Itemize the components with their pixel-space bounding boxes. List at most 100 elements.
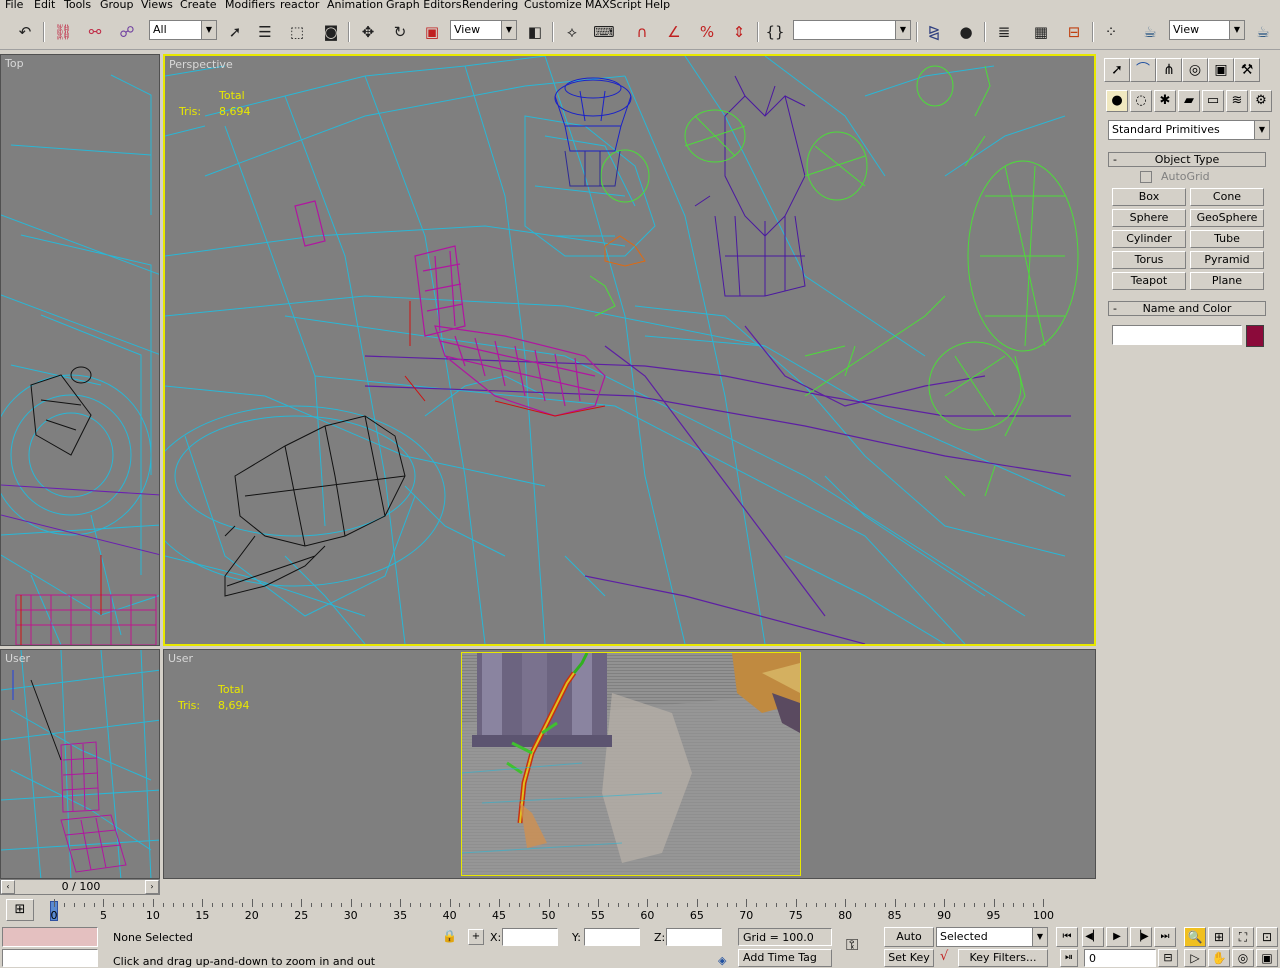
pivot-center-icon[interactable]: ◧ bbox=[524, 20, 546, 44]
cylinder-button[interactable]: Cylinder bbox=[1112, 230, 1186, 248]
torus-button[interactable]: Torus bbox=[1112, 251, 1186, 269]
viewport-label[interactable]: Perspective bbox=[169, 58, 233, 71]
spinner-snap-icon[interactable]: ⇕ bbox=[728, 20, 750, 44]
move-icon[interactable]: ✥ bbox=[357, 20, 379, 44]
select-by-name-icon[interactable]: ☰ bbox=[254, 20, 276, 44]
hierarchy-tab-icon[interactable]: ⋔ bbox=[1156, 58, 1182, 82]
set-key-button[interactable]: Set Key bbox=[884, 949, 934, 967]
mirror-icon[interactable]: ⧎ bbox=[923, 20, 945, 44]
menu-group[interactable]: Group bbox=[100, 0, 134, 11]
viewport-top[interactable]: Top bbox=[0, 54, 160, 646]
menu-views[interactable]: Views bbox=[141, 0, 173, 11]
object-name-field[interactable] bbox=[1112, 325, 1242, 345]
plane-button[interactable]: Plane bbox=[1190, 272, 1264, 290]
zoom-icon[interactable]: 🔍 bbox=[1184, 927, 1206, 947]
viewport-perspective[interactable]: Perspective Total Tris: 8,694 bbox=[163, 54, 1096, 646]
lights-icon[interactable]: ✱ bbox=[1154, 90, 1176, 112]
shapes-icon[interactable]: ◌ bbox=[1130, 90, 1152, 112]
menu-help[interactable]: Help bbox=[645, 0, 670, 11]
field-of-view-icon[interactable]: ▷ bbox=[1184, 949, 1206, 967]
geometry-icon[interactable]: ● bbox=[1106, 90, 1128, 112]
sphere-button[interactable]: Sphere bbox=[1112, 209, 1186, 227]
x-coordinate-field[interactable] bbox=[502, 928, 558, 946]
material-editor-icon[interactable]: ⁘ bbox=[1100, 20, 1122, 44]
go-to-start-icon[interactable]: ⏮ bbox=[1056, 927, 1078, 947]
layer-manager-icon[interactable]: ≣ bbox=[993, 20, 1015, 44]
spacewarps-icon[interactable]: ≋ bbox=[1226, 90, 1248, 112]
cameras-icon[interactable]: ▰ bbox=[1178, 90, 1200, 112]
play-icon[interactable]: ▶ bbox=[1106, 927, 1128, 947]
schematic-view-icon[interactable]: ⊟ bbox=[1063, 20, 1085, 44]
menu-animation[interactable]: Animation bbox=[327, 0, 383, 11]
maximize-viewport-icon[interactable]: ▣ bbox=[1256, 949, 1278, 967]
window-crossing-icon[interactable]: ◙ bbox=[320, 20, 342, 44]
helpers-icon[interactable]: ▭ bbox=[1202, 90, 1224, 112]
timeline[interactable]: ⊞ 0 5 10 15 20 25 30 35 40 45 50 55 60 65 70 75 80 85 90 95… bbox=[0, 897, 1100, 925]
slider-prev-button[interactable]: ‹ bbox=[1, 880, 15, 894]
object-type-rollout-header[interactable]: - Object Type bbox=[1108, 152, 1266, 167]
object-color-swatch[interactable] bbox=[1246, 325, 1264, 347]
teapot-button[interactable]: Teapot bbox=[1112, 272, 1186, 290]
menu-maxscript[interactable]: MAXScript bbox=[585, 0, 641, 11]
lock-icon[interactable]: 🔒 bbox=[442, 929, 457, 943]
undo-icon[interactable]: ↶ bbox=[14, 20, 36, 44]
frame-slider[interactable]: ‹ 0 / 100 › bbox=[0, 879, 160, 895]
key-mode-toggle-icon[interactable]: ⏯ bbox=[1060, 949, 1078, 967]
next-frame-icon[interactable]: ▕▶ bbox=[1130, 927, 1152, 947]
bind-spacewarp-icon[interactable]: ☍ bbox=[116, 20, 138, 44]
go-to-end-icon[interactable]: ⏭ bbox=[1154, 927, 1176, 947]
quick-render-icon[interactable]: ☕ bbox=[1252, 20, 1274, 44]
category-dropdown[interactable]: Standard Primitives ▼ bbox=[1108, 120, 1270, 140]
menu-rendering[interactable]: Rendering bbox=[462, 0, 518, 11]
menu-modifiers[interactable]: Modifiers bbox=[225, 0, 275, 11]
motion-tab-icon[interactable]: ◎ bbox=[1182, 58, 1208, 82]
maxscript-output-field[interactable] bbox=[2, 949, 98, 967]
rect-region-icon[interactable]: ⬚ bbox=[286, 20, 308, 44]
viewport-label[interactable]: User bbox=[5, 652, 30, 665]
percent-snap-icon[interactable]: % bbox=[696, 20, 718, 44]
autogrid-checkbox[interactable] bbox=[1140, 171, 1152, 183]
named-selection-dropdown[interactable]: ▼ bbox=[793, 20, 911, 40]
selection-filter-dropdown[interactable]: All ▼ bbox=[149, 20, 217, 40]
systems-icon[interactable]: ⚙ bbox=[1250, 90, 1272, 112]
render-type-dropdown[interactable]: View ▼ bbox=[1169, 20, 1245, 40]
previous-frame-icon[interactable]: ◀▏ bbox=[1082, 927, 1104, 947]
add-time-tag-button[interactable]: Add Time Tag bbox=[738, 949, 832, 967]
render-scene-icon[interactable]: ☕ bbox=[1139, 20, 1161, 44]
menu-graph-editors[interactable]: Graph Editors bbox=[386, 0, 462, 11]
modify-tab-icon[interactable]: ⌒ bbox=[1130, 58, 1156, 82]
key-mode-dropdown[interactable]: Selected ▼ bbox=[936, 927, 1048, 947]
create-tab-icon[interactable]: ➚ bbox=[1104, 58, 1130, 82]
utilities-tab-icon[interactable]: ⚒ bbox=[1234, 58, 1260, 82]
viewport-label[interactable]: Top bbox=[5, 57, 24, 70]
viewport-label[interactable]: User bbox=[168, 652, 193, 665]
box-button[interactable]: Box bbox=[1112, 188, 1186, 206]
select-link-icon[interactable]: ⛓ bbox=[52, 20, 74, 44]
time-configuration-icon[interactable]: ⊟ bbox=[1158, 949, 1178, 967]
pan-icon[interactable]: ✋ bbox=[1208, 949, 1230, 967]
keyboard-shortcut-icon[interactable]: ⌨ bbox=[593, 20, 615, 44]
align-icon[interactable]: ● bbox=[955, 20, 977, 44]
name-color-rollout-header[interactable]: - Name and Color bbox=[1108, 301, 1266, 316]
current-frame-field[interactable]: 0 bbox=[1084, 949, 1156, 967]
scale-icon[interactable]: ▣ bbox=[421, 20, 443, 44]
viewport-user-main[interactable]: User Total Tris: 8,694 bbox=[163, 649, 1096, 879]
key-filters-button[interactable]: Key Filters... bbox=[958, 949, 1048, 967]
z-coordinate-field[interactable] bbox=[666, 928, 722, 946]
menu-file[interactable]: File bbox=[5, 0, 23, 11]
arc-rotate-icon[interactable]: ◎ bbox=[1232, 949, 1254, 967]
menu-customize[interactable]: Customize bbox=[524, 0, 582, 11]
tube-button[interactable]: Tube bbox=[1190, 230, 1264, 248]
reference-coordinate-dropdown[interactable]: View ▼ bbox=[450, 20, 517, 40]
transform-mode-icon[interactable]: + bbox=[468, 929, 484, 945]
zoom-all-icon[interactable]: ⊞ bbox=[1208, 927, 1230, 947]
pyramid-button[interactable]: Pyramid bbox=[1190, 251, 1264, 269]
geosphere-button[interactable]: GeoSphere bbox=[1190, 209, 1264, 227]
display-tab-icon[interactable]: ▣ bbox=[1208, 58, 1234, 82]
edit-named-selection-icon[interactable]: {} bbox=[764, 20, 786, 44]
menu-edit[interactable]: Edit bbox=[34, 0, 55, 11]
zoom-extents-icon[interactable]: ⛶ bbox=[1232, 927, 1254, 947]
key-icon[interactable]: ⚿ bbox=[846, 935, 858, 955]
snap-3d-icon[interactable]: ∩ bbox=[631, 20, 653, 44]
menu-create[interactable]: Create bbox=[180, 0, 217, 11]
